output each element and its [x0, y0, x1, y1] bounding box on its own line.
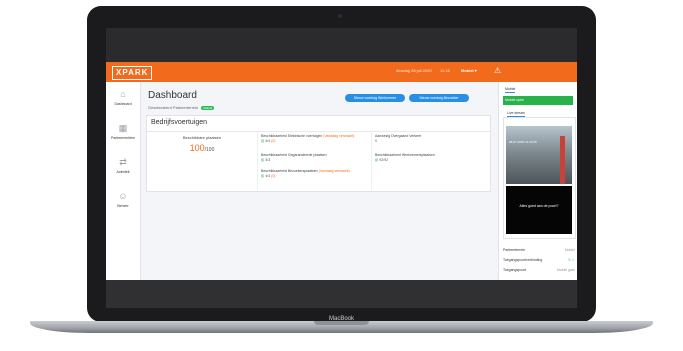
sidebar-item-label: Parkeerrechten	[111, 136, 135, 140]
info-label: Toegangspoort	[503, 268, 527, 272]
user-icon: ☺	[118, 191, 128, 201]
info-row-gate-connection: Toegangspoortverbinding ↻ ✓	[503, 258, 575, 262]
info-row-gate: Toegangspoort Mobiel gate	[503, 268, 575, 272]
right-panel: Mobiel Mobiel open Live stream 28-07-202…	[498, 82, 577, 280]
availability-column-1: Beschikbaarheid Elektrische voertuigen (…	[258, 132, 372, 190]
cell-label: Beschikbaarheid Bezoekersplaatsen	[261, 169, 318, 173]
cell-label: Aanwezig Dvergaand Verkeer	[375, 134, 422, 138]
available-spaces-column: Beschikbare plaatsen 100/100	[147, 132, 258, 190]
cell-label: Beschikbaarheid Elektrische voertuigen	[261, 134, 323, 138]
camera-feed: 28-07-2020 11:16:25	[506, 126, 572, 184]
laptop-screen: XPARK dinsdag 28 juli 2020 11:16 Mobiel …	[106, 28, 577, 308]
app-logo[interactable]: XPARK	[112, 66, 153, 80]
top-bar: XPARK dinsdag 28 juli 2020 11:16 Mobiel …	[106, 62, 577, 82]
camera-timestamp: 28-07-2020 11:16:25	[509, 140, 537, 144]
laptop-base	[30, 321, 653, 333]
cell-warning: (Vandaag verwacht)	[318, 169, 350, 173]
location-menu[interactable]: Mobiel ▾	[461, 68, 477, 73]
cell-extra: (0)	[271, 174, 276, 178]
connection-status-icon: ↻ ✓	[568, 258, 575, 262]
through-traffic-cell: Aanwezig Dvergaand Verkeer 0	[375, 134, 487, 144]
sidebar-item-beheer[interactable]: ☺ Beheer	[106, 190, 140, 220]
sidebar-item-dashboard[interactable]: ⌂ Dashboard	[106, 88, 140, 118]
cell-value: 0	[375, 139, 377, 143]
gate-barrier	[560, 136, 565, 184]
chart-icon: ▥	[261, 139, 265, 143]
chart-icon: ▥	[261, 174, 265, 178]
available-spaces-value: 100/100	[147, 143, 257, 153]
sidebar-item-activiteit[interactable]: ⇄ Activiteit	[106, 156, 140, 186]
info-value: Mobiel gate	[556, 268, 575, 272]
sidebar-item-label: Activiteit	[116, 170, 130, 174]
camera-overlay	[506, 186, 572, 234]
chart-icon: ▥	[375, 158, 379, 162]
info-row-parking-lot: Parkeerterrein Mobiel	[503, 248, 575, 252]
current-time: 11:16	[440, 68, 450, 73]
visitor-spaces-cell: Beschikbaarheid Bezoekersplaatsen (Vanda…	[261, 169, 369, 179]
cell-value: 4/4	[265, 139, 271, 143]
cell-label: Beschikbaarheid Gegarandeerde plaatsen	[261, 153, 327, 157]
employee-spaces-cell: Beschikbaarheid Werknemersplaatsen ▥ 92/…	[375, 153, 487, 163]
screen-top-bezel-area	[106, 28, 577, 62]
dashboard-icon: ⌂	[120, 89, 126, 99]
cell-extra: (0)	[271, 139, 276, 143]
cell-label: Beschikbaarheid Werknemersplaatsen	[375, 153, 435, 157]
sidebar: ⌂ Dashboard ▦ Parkeerrechten ⇄ Activitei…	[106, 82, 141, 280]
chart-icon: ▥	[261, 158, 265, 162]
page-title: Dashboard	[148, 90, 197, 101]
gate-status-box: Mobiel open	[503, 96, 573, 105]
cell-warning: (Vandaag verwacht)	[323, 134, 355, 138]
new-employee-vehicle-button[interactable]: Nieuw voertuig Werknemer	[345, 94, 405, 102]
available-total: /100	[204, 147, 215, 153]
info-label: Toegangspoortverbinding	[503, 258, 543, 262]
electric-vehicles-cell: Beschikbaarheid Elektrische voertuigen (…	[261, 134, 369, 144]
cell-value: 92/92	[379, 158, 389, 162]
company-vehicles-panel: Bedrijfsvoertuigen Beschikbare plaatsen …	[146, 115, 491, 192]
guaranteed-spaces-cell: Beschikbaarheid Gegarandeerde plaatsen ▥…	[261, 153, 369, 163]
cell-value: 3/3	[265, 158, 271, 162]
screen-bottom-area	[106, 280, 577, 308]
calendar-icon: ▦	[118, 123, 128, 133]
warning-icon[interactable]: ⚠	[494, 66, 501, 76]
availability-column-2: Aanwezig Dvergaand Verkeer 0 Beschikbaar…	[372, 132, 489, 190]
info-value: Mobiel	[564, 248, 575, 252]
new-visitor-vehicle-button[interactable]: Nieuw voertuig Bezoeker	[409, 94, 469, 102]
available-spaces-label: Beschikbare plaatsen	[182, 135, 222, 140]
tab-mobiel[interactable]: Mobiel	[505, 87, 516, 93]
webcam	[338, 14, 342, 18]
panel-title: Bedrijfsvoertuigen	[151, 119, 208, 126]
transfer-icon: ⇄	[119, 157, 127, 167]
live-stream-panel: 28-07-2020 11:16:25 Alles goed aan de po…	[503, 117, 576, 239]
main-content: Dashboard Geselecteerd Parkeerterrein Mo…	[140, 82, 498, 280]
sidebar-item-label: Dashboard	[114, 102, 132, 106]
cell-value: 4/4	[265, 174, 271, 178]
xpark-app: XPARK dinsdag 28 juli 2020 11:16 Mobiel …	[106, 62, 577, 280]
available-count: 100	[189, 143, 205, 153]
location-badge: Mobiel	[201, 106, 215, 110]
subtitle-label: Geselecteerd Parkeerterrein	[148, 105, 199, 110]
sidebar-item-label: Beheer	[117, 204, 129, 208]
sidebar-item-parkeerrechten[interactable]: ▦ Parkeerrechten	[106, 122, 140, 152]
gate-check-question[interactable]: Alles goed aan de poort?	[506, 204, 572, 208]
current-date: dinsdag 28 juli 2020	[396, 68, 432, 73]
laptop-lid: XPARK dinsdag 28 juli 2020 11:16 Mobiel …	[87, 6, 596, 322]
selected-parking-lot: Geselecteerd Parkeerterrein Mobiel	[148, 105, 215, 110]
device-brand-label: MacBook	[328, 316, 354, 322]
info-label: Parkeerterrein	[503, 248, 526, 252]
